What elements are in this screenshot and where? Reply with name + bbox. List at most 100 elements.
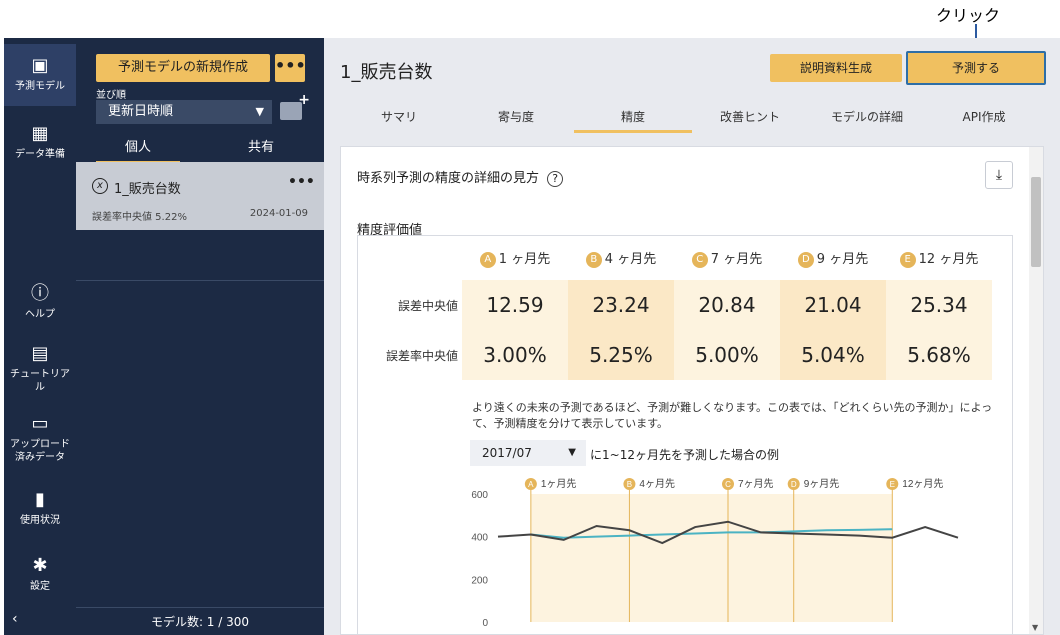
- marker-label: 7ヶ月先: [738, 478, 774, 490]
- tab-summary[interactable]: サマリ: [340, 108, 458, 125]
- accuracy-table: A1 ヶ月先 B4 ヶ月先 C7 ヶ月先 D9 ヶ月先 E 12 ヶ月先 誤差中央…: [358, 236, 992, 380]
- nav-item-usage[interactable]: ▮ 使用状況: [4, 490, 76, 527]
- model-icon: ▣: [31, 55, 49, 76]
- tab-personal[interactable]: 個人: [96, 136, 180, 164]
- left-nav: ▣ 予測モデル ▦ データ準備 ⓘ ヘルプ ▤ チュートリアル ▭ アップロード…: [4, 38, 76, 635]
- main-content: 1_販売台数 説明資料生成 予測する サマリ 寄与度 精度 改善ヒント モデルの…: [324, 38, 1060, 635]
- badge-b: B: [585, 251, 602, 268]
- collapse-icon[interactable]: ‹: [12, 611, 18, 627]
- nav-item-help[interactable]: ⓘ ヘルプ: [4, 284, 76, 321]
- folder-add-icon[interactable]: [280, 92, 310, 120]
- list-item[interactable]: x 1_販売台数 ••• 誤差率中央値 5.22% 2024-01-09: [76, 162, 324, 230]
- table-cell: 12.59: [462, 280, 568, 330]
- month-suffix: に1~12ヶ月先を予測した場合の例: [590, 448, 779, 462]
- column-header: B4 ヶ月先: [568, 236, 674, 280]
- month-value: 2017/07: [482, 446, 532, 460]
- gear-icon: ✱: [32, 555, 48, 576]
- card-heading: 時系列予測の精度の詳細の見方 ?: [357, 167, 564, 187]
- marker-badge-letter: B: [627, 480, 632, 489]
- badge-e: E: [899, 251, 916, 268]
- divider: [76, 280, 324, 281]
- help-icon: ⓘ: [31, 283, 49, 304]
- table-row: 誤差率中央値 3.00% 5.25% 5.00% 5.04% 5.68%: [358, 330, 992, 380]
- table-cell: 20.84: [674, 280, 780, 330]
- scroll-down-icon[interactable]: ▼: [1032, 623, 1038, 632]
- nav-label: 使用状況: [20, 515, 60, 526]
- marker-label: 9ヶ月先: [804, 478, 840, 490]
- tab-shared[interactable]: 共有: [216, 136, 306, 155]
- sort-label: 並び順: [96, 90, 126, 101]
- chevron-down-icon: ▼: [568, 447, 576, 458]
- column-label: 7 ヶ月先: [710, 252, 763, 268]
- column-header: A1 ヶ月先: [462, 236, 568, 280]
- nav-item-models[interactable]: ▣ 予測モデル: [4, 44, 76, 106]
- nav-label: ヘルプ: [25, 309, 55, 320]
- marker-badge-letter: E: [890, 480, 895, 489]
- new-model-button[interactable]: 予測モデルの新規作成: [96, 54, 270, 82]
- item-more-button[interactable]: •••: [288, 174, 315, 190]
- forecast-band: [530, 494, 893, 622]
- column-label: 1 ヶ月先: [498, 252, 551, 268]
- table-cell: 25.34: [886, 280, 992, 330]
- nav-item-tutorial[interactable]: ▤ チュートリアル: [4, 344, 76, 394]
- nav-item-uploaded[interactable]: ▭ アップロード済みデータ: [4, 414, 76, 464]
- table-row: 誤差中央値 12.59 23.24 20.84 21.04 25.34: [358, 280, 992, 330]
- generate-doc-button[interactable]: 説明資料生成: [770, 54, 902, 82]
- model-type-icon: x: [92, 178, 108, 194]
- click-annotation: クリック: [936, 6, 1001, 25]
- badge-d: D: [797, 251, 814, 268]
- model-count: モデル数: 1 / 300: [76, 607, 324, 635]
- nav-label: チュートリアル: [10, 369, 70, 393]
- column-label: 12 ヶ月先: [918, 252, 979, 268]
- column-header: C7 ヶ月先: [674, 236, 780, 280]
- y-tick-label: 400: [471, 533, 488, 544]
- table-cell: 5.25%: [568, 330, 674, 380]
- y-tick-label: 200: [471, 575, 488, 586]
- table-cell: 21.04: [780, 280, 886, 330]
- download-icon[interactable]: ⤓: [985, 161, 1013, 189]
- accuracy-panel: A1 ヶ月先 B4 ヶ月先 C7 ヶ月先 D9 ヶ月先 E 12 ヶ月先 誤差中央…: [357, 235, 1013, 635]
- model-date: 2024-01-09: [249, 208, 308, 219]
- grid-icon: ▦: [31, 123, 49, 144]
- column-header: D9 ヶ月先: [780, 236, 886, 280]
- help-icon[interactable]: ?: [547, 171, 564, 187]
- predict-button[interactable]: 予測する: [906, 51, 1046, 85]
- table-cell: 23.24: [568, 280, 674, 330]
- tab-contribution[interactable]: 寄与度: [457, 108, 575, 125]
- badge-a: A: [479, 251, 496, 268]
- scrollbar[interactable]: ▼: [1029, 147, 1043, 634]
- more-options-button[interactable]: •••: [275, 54, 306, 82]
- scroll-thumb[interactable]: [1031, 177, 1041, 267]
- marker-label: 1ヶ月先: [541, 478, 577, 490]
- sort-value: 更新日時順: [108, 104, 174, 119]
- tab-hints[interactable]: 改善ヒント: [691, 108, 809, 125]
- table-cell: 5.04%: [780, 330, 886, 380]
- sort-select[interactable]: 更新日時順 ▼: [96, 100, 272, 124]
- nav-item-data[interactable]: ▦ データ準備: [4, 124, 76, 161]
- page-title: 1_販売台数: [340, 62, 433, 83]
- column-label: 4 ヶ月先: [604, 252, 657, 268]
- tab-bar: サマリ 寄与度 精度 改善ヒント モデルの詳細 API作成: [340, 108, 1044, 133]
- badge-c: C: [691, 251, 708, 268]
- heading-text: 時系列予測の精度の詳細の見方: [357, 171, 540, 186]
- corner-cell: [358, 236, 462, 280]
- month-select[interactable]: 2017/07 ▼: [470, 440, 586, 466]
- model-list: x 1_販売台数 ••• 誤差率中央値 5.22% 2024-01-09: [76, 162, 324, 606]
- tab-accuracy[interactable]: 精度: [574, 108, 692, 133]
- table-cell: 5.68%: [886, 330, 992, 380]
- table-cell: 3.00%: [462, 330, 568, 380]
- y-tick-label: 600: [471, 490, 488, 501]
- nav-label: 予測モデル: [15, 81, 65, 92]
- column-header: E 12 ヶ月先: [886, 236, 992, 280]
- tab-api[interactable]: API作成: [925, 108, 1043, 125]
- nav-label: 設定: [30, 581, 50, 592]
- marker-badge-letter: C: [725, 480, 731, 489]
- folder-icon: ▭: [31, 413, 49, 434]
- nav-label: アップロード済みデータ: [10, 439, 70, 463]
- model-title: 1_販売台数: [114, 182, 181, 197]
- nav-item-settings[interactable]: ✱ 設定: [4, 556, 76, 593]
- model-list-panel: 予測モデルの新規作成 ••• 並び順 更新日時順 ▼ 個人 共有 x 1_販売台…: [76, 38, 324, 635]
- tab-model-details[interactable]: モデルの詳細: [808, 108, 926, 125]
- marker-badge-letter: A: [528, 480, 534, 489]
- document-icon: ▤: [31, 343, 49, 364]
